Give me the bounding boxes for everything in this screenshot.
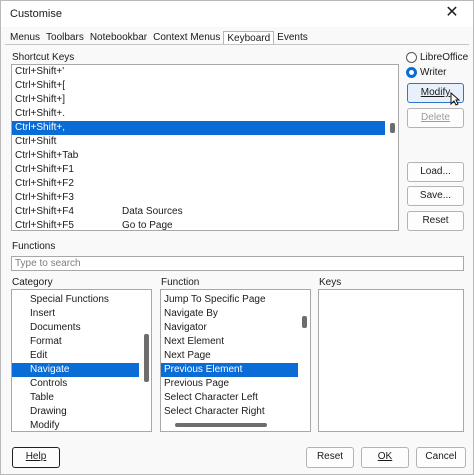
- shortcut-row[interactable]: Ctrl+Shift+F1: [12, 163, 398, 177]
- function-label: Function: [161, 277, 200, 288]
- function-item[interactable]: Next Element: [161, 335, 310, 349]
- category-item[interactable]: Format: [12, 335, 151, 349]
- shortcut-row-selected[interactable]: Ctrl+Shift+,: [12, 121, 385, 135]
- shortcut-keys-label: Shortcut Keys: [12, 52, 75, 63]
- function-item[interactable]: Previous Page: [161, 377, 310, 391]
- category-item[interactable]: Insert: [12, 307, 151, 321]
- tab-notebookbar[interactable]: Notebookbar: [87, 31, 150, 45]
- close-icon[interactable]: ✕: [437, 2, 467, 24]
- category-item[interactable]: Controls: [12, 377, 151, 391]
- delete-button[interactable]: Delete: [407, 108, 464, 128]
- shortcut-row[interactable]: Ctrl+Shift+F2: [12, 177, 398, 191]
- keys-list[interactable]: [318, 289, 464, 432]
- category-list[interactable]: Special Functions Insert Documents Forma…: [11, 289, 152, 432]
- title-bar: Customise ✕: [1, 1, 473, 27]
- category-item[interactable]: Table: [12, 391, 151, 405]
- tab-divider: [5, 44, 469, 45]
- tab-keyboard[interactable]: Keyboard: [223, 31, 275, 45]
- function-list[interactable]: Jump To Specific Page Navigate By Naviga…: [160, 289, 311, 432]
- functions-label: Functions: [12, 241, 56, 252]
- category-item[interactable]: Modify: [12, 419, 151, 431]
- function-item[interactable]: Navigate By: [161, 307, 310, 321]
- function-list-hscrollbar[interactable]: [175, 423, 267, 427]
- category-item[interactable]: Edit: [12, 349, 151, 363]
- libreoffice-radio[interactable]: LibreOffice: [406, 52, 468, 63]
- shortcut-keys-list[interactable]: Ctrl+Shift+' Ctrl+Shift+[ Ctrl+Shift+] C…: [11, 64, 399, 231]
- tab-bar: Menus Toolbars Notebookbar Context Menus…: [7, 31, 311, 45]
- category-item-selected[interactable]: Navigate: [12, 363, 139, 377]
- shortcut-row[interactable]: Ctrl+Shift+F5 Go to Page: [12, 219, 398, 230]
- ok-button[interactable]: OK: [361, 447, 409, 468]
- category-label: Category: [12, 277, 53, 288]
- function-search-input[interactable]: Type to search: [11, 256, 464, 271]
- function-item[interactable]: Navigator: [161, 321, 310, 335]
- shortcut-row[interactable]: Ctrl+Shift+F3: [12, 191, 398, 205]
- reset-keys-button[interactable]: Reset: [407, 211, 464, 231]
- category-item[interactable]: Special Functions: [12, 293, 151, 307]
- reset-button[interactable]: Reset: [306, 447, 354, 468]
- keys-label: Keys: [319, 277, 342, 288]
- save-button[interactable]: Save...: [407, 186, 464, 206]
- cancel-button[interactable]: Cancel: [416, 447, 466, 468]
- customise-dialog: Customise ✕ Menus Toolbars Notebookbar C…: [0, 0, 474, 475]
- libreoffice-radio-label: LibreOffice: [420, 52, 469, 63]
- category-item[interactable]: Documents: [12, 321, 151, 335]
- tab-menus[interactable]: Menus: [7, 31, 43, 45]
- function-list-vscrollbar[interactable]: [302, 316, 307, 328]
- shortcut-row[interactable]: Ctrl+Shift+[: [12, 79, 398, 93]
- function-item-selected[interactable]: Previous Element: [161, 363, 298, 377]
- tab-context-menus[interactable]: Context Menus: [150, 31, 223, 45]
- mouse-pointer-icon: [450, 92, 460, 106]
- shortcut-row[interactable]: Ctrl+Shift+F4 Data Sources: [12, 205, 398, 219]
- shortcut-row[interactable]: Ctrl+Shift+': [12, 65, 398, 79]
- category-item[interactable]: Drawing: [12, 405, 151, 419]
- radio-indicator: [406, 52, 417, 63]
- writer-radio-label: Writer: [420, 67, 447, 78]
- shortcut-row[interactable]: Ctrl+Shift+Tab: [12, 149, 398, 163]
- shortcut-row[interactable]: Ctrl+Shift: [12, 135, 398, 149]
- writer-radio[interactable]: Writer: [406, 67, 446, 78]
- load-button[interactable]: Load...: [407, 162, 464, 182]
- help-button[interactable]: Help: [12, 447, 60, 468]
- shortcut-list-scrollbar[interactable]: [390, 123, 395, 133]
- function-item[interactable]: Select Character Right: [161, 405, 310, 419]
- category-list-scrollbar[interactable]: [144, 334, 149, 382]
- tab-events[interactable]: Events: [274, 31, 311, 45]
- function-item[interactable]: Next Page: [161, 349, 310, 363]
- tab-toolbars[interactable]: Toolbars: [43, 31, 87, 45]
- function-item[interactable]: Jump To Specific Page: [161, 293, 310, 307]
- window-title: Customise: [10, 8, 62, 20]
- radio-indicator-checked: [406, 67, 417, 78]
- function-item[interactable]: Select Character Left: [161, 391, 310, 405]
- shortcut-row[interactable]: Ctrl+Shift+]: [12, 93, 398, 107]
- shortcut-row[interactable]: Ctrl+Shift+.: [12, 107, 398, 121]
